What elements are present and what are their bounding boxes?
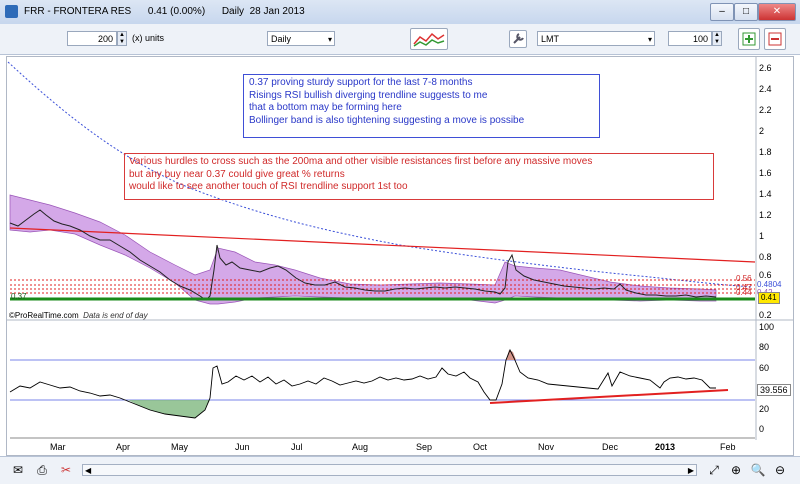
price-tick: 0.8	[759, 252, 772, 262]
price-tick: 2	[759, 126, 765, 136]
print-icon[interactable]: ⎙	[34, 462, 50, 478]
month-label: May	[171, 442, 189, 452]
rsi-tick: 0	[759, 424, 765, 434]
source-label: ©ProRealTime.com	[9, 311, 79, 320]
status-bar: ✉ ⎙ ✂ ◀ ▶ ⤢ ⊕ 🔍 ⊖	[0, 456, 800, 484]
rsi-tick: 20	[759, 404, 770, 414]
price-chart	[6, 57, 794, 440]
support-tag: 0.37	[11, 292, 27, 301]
price-tick: 2.6	[759, 63, 772, 73]
zoom-out-icon[interactable]: ⊖	[772, 462, 788, 478]
current-price-tag: 0.41	[758, 292, 780, 304]
month-label: Dec	[602, 442, 619, 452]
price-tick: 1.8	[759, 147, 772, 157]
price-tick: 1.6	[759, 168, 772, 178]
month-label: Mar	[50, 442, 66, 452]
month-label: 2013	[655, 442, 676, 452]
data-note: Data is end of day	[83, 311, 148, 320]
price-tick: 0.6	[759, 270, 772, 280]
annotation-red-note: Various hurdles to cross such as the 200…	[124, 153, 714, 200]
rsi-value-tag: 39.556	[757, 384, 791, 396]
chart-credit: ©ProRealTime.com Data is end of day	[9, 311, 148, 320]
month-label: Feb	[720, 442, 736, 452]
annotation-blue-note: 0.37 proving sturdy support for the last…	[243, 74, 600, 138]
bollinger-band	[9, 194, 717, 305]
zoom-fit-icon[interactable]: ⊕	[728, 462, 744, 478]
rsi-tick: 100	[759, 322, 775, 332]
scroll-left-icon[interactable]: ◀	[85, 466, 91, 475]
email-icon[interactable]: ✉	[10, 462, 26, 478]
month-label: Sep	[416, 442, 433, 452]
month-label: Aug	[352, 442, 369, 452]
level-tag: 0.44	[736, 288, 752, 297]
month-label: Apr	[116, 442, 131, 452]
scissors-icon[interactable]: ✂	[58, 462, 74, 478]
time-scrollbar[interactable]: ◀ ▶	[82, 464, 697, 476]
month-label: Jun	[235, 442, 250, 452]
month-label: Oct	[473, 442, 488, 452]
price-tick: 1.2	[759, 210, 772, 220]
scroll-right-icon[interactable]: ▶	[688, 466, 694, 475]
price-tick: 2.2	[759, 105, 772, 115]
price-tick: 1	[759, 231, 765, 241]
month-label: Nov	[538, 442, 555, 452]
price-tick: 2.4	[759, 84, 772, 94]
rsi-tick: 60	[759, 363, 770, 373]
rsi-tick: 80	[759, 342, 770, 352]
rsi-trendline	[489, 389, 729, 404]
price-tick: 0.2	[759, 310, 772, 320]
zoom-in-icon[interactable]: 🔍	[750, 462, 766, 478]
drawing-tool-icon[interactable]: ⤢	[706, 462, 722, 478]
price-tick: 1.4	[759, 189, 772, 199]
month-label: Jul	[291, 442, 303, 452]
